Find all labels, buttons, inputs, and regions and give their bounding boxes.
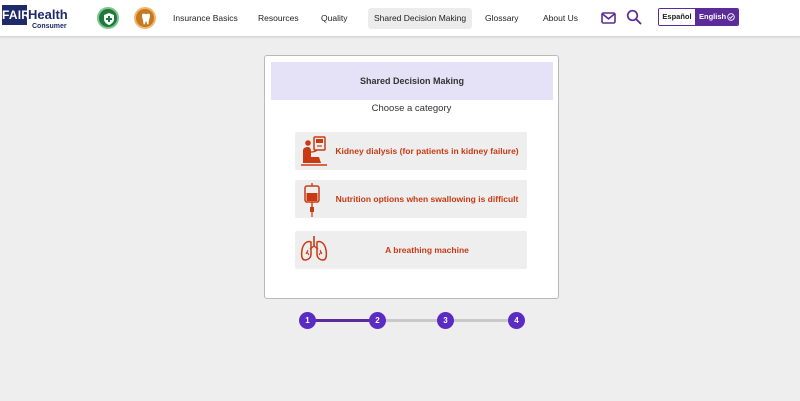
search-icon[interactable] (626, 9, 642, 30)
shield-cross-icon[interactable] (97, 7, 119, 29)
step-2[interactable]: 2 (369, 312, 386, 329)
logo-fair: FAIR (2, 5, 30, 25)
lang-english-label: English (699, 12, 727, 21)
logo-consumer: Consumer (32, 23, 67, 30)
option-breathing-machine[interactable]: A breathing machine (295, 231, 527, 269)
nav-glossary[interactable]: Glossary (485, 8, 519, 29)
site-header: FAIR Health Consumer Insurance Basics Re… (0, 0, 800, 37)
option-nutrition[interactable]: Nutrition options when swallowing is dif… (295, 180, 527, 218)
language-toggle: Español English (658, 8, 739, 26)
nav-resources[interactable]: Resources (258, 8, 299, 29)
step-3[interactable]: 3 (437, 312, 454, 329)
iv-bag-icon (301, 183, 323, 222)
step-1[interactable]: 1 (299, 312, 316, 329)
stepper-track-complete (307, 319, 377, 322)
lang-espanol-button[interactable]: Español (659, 9, 695, 25)
step-4[interactable]: 4 (508, 312, 525, 329)
option-label: Nutrition options when swallowing is dif… (335, 194, 519, 204)
nav-about-us[interactable]: About Us (543, 8, 578, 29)
check-circle-icon (727, 13, 735, 21)
nav-quality[interactable]: Quality (321, 8, 347, 29)
lang-english-button[interactable]: English (695, 9, 738, 25)
category-card: Shared Decision Making Choose a category… (264, 55, 559, 299)
card-subtitle: Choose a category (371, 103, 452, 114)
dialysis-icon (299, 135, 329, 172)
logo-health: Health (28, 7, 68, 22)
option-label: A breathing machine (385, 245, 469, 255)
lungs-icon (299, 234, 329, 269)
card-title: Shared Decision Making (271, 62, 553, 100)
tooth-icon[interactable] (134, 7, 156, 29)
option-label: Kidney dialysis (for patients in kidney … (335, 146, 519, 156)
option-kidney-dialysis[interactable]: Kidney dialysis (for patients in kidney … (295, 132, 527, 170)
fair-health-logo[interactable]: FAIR Health Consumer (2, 5, 70, 31)
mail-icon[interactable] (601, 11, 616, 29)
nav-shared-decision-making[interactable]: Shared Decision Making (368, 8, 473, 29)
nav-insurance-basics[interactable]: Insurance Basics (173, 8, 238, 29)
